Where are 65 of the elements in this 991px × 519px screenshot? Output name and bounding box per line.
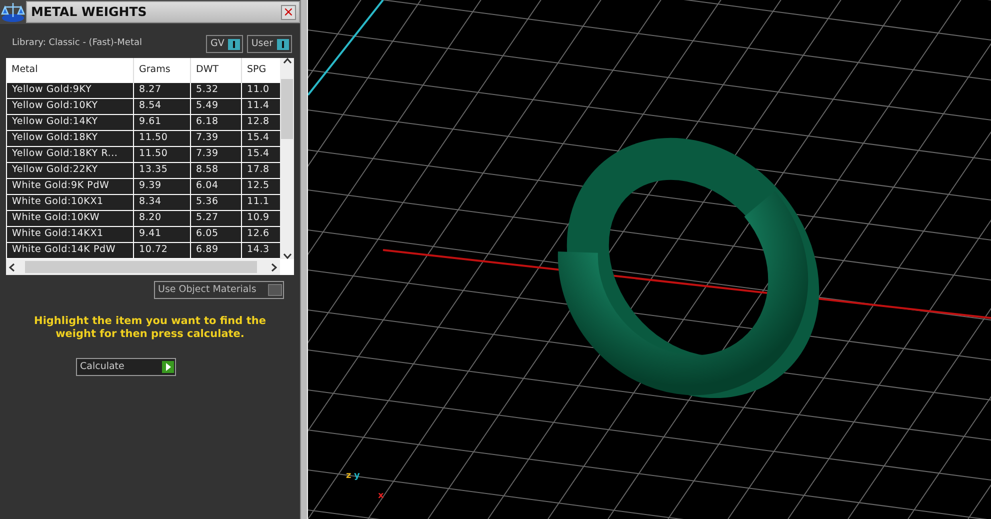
table-cell[interactable]: 9.39 [134, 178, 190, 194]
table-cell[interactable]: 8.27 [134, 82, 190, 98]
panel-splitter[interactable] [300, 0, 308, 519]
table-cell[interactable]: 13.35 [134, 162, 190, 178]
table-cell[interactable]: 10.9 [242, 210, 280, 226]
table-cell[interactable]: Yellow Gold:22KY [6, 162, 134, 178]
option-toggle[interactable]: User [247, 34, 292, 54]
axis-label: x [378, 490, 384, 503]
table-cell[interactable]: 5.49 [190, 98, 242, 114]
table-cell[interactable]: 15.4 [242, 146, 280, 162]
column-header[interactable]: Grams [134, 58, 190, 82]
table-cell[interactable]: Yellow Gold:14KY [6, 114, 134, 130]
chevron-right-icon[interactable] [271, 262, 277, 272]
table-cell[interactable]: Yellow Gold:10KY [6, 98, 134, 114]
table-cell[interactable]: 11.50 [134, 146, 190, 162]
table-cell[interactable]: 8.58 [190, 162, 242, 178]
chevron-up-icon[interactable] [282, 58, 292, 64]
table-cell[interactable]: 8.54 [134, 98, 190, 114]
instruction-text: Highlight the item you want to find the weight for then press calculate. [33, 315, 267, 342]
scale-logo-icon [1, 1, 25, 23]
table-cell[interactable]: 11.4 [242, 98, 280, 114]
axis-label: y [354, 470, 360, 483]
table-cell[interactable]: 5.27 [190, 210, 242, 226]
table-cell[interactable]: Yellow Gold:9KY [6, 82, 134, 98]
table-cell[interactable]: 9.41 [134, 226, 190, 242]
panel-title: METAL WEIGHTS [31, 2, 147, 21]
table-cell[interactable]: White Gold:10KX1 [6, 194, 134, 210]
column-header[interactable]: DWT [190, 58, 242, 82]
axis-label: z [346, 470, 352, 483]
use-object-materials-toggle[interactable]: Use Object Materials [154, 281, 284, 300]
table-cell[interactable]: 7.39 [190, 146, 242, 162]
library-label: Library: Classic - (Fast)-Metal [11, 37, 142, 50]
table-cell[interactable]: White Gold:14KX1 [6, 226, 134, 242]
table-cell[interactable]: 12.5 [242, 178, 280, 194]
table-cell[interactable]: 15.4 [242, 130, 280, 146]
table-cell[interactable]: 5.32 [190, 82, 242, 98]
option-toggle[interactable]: GV [206, 34, 244, 54]
horizontal-scrollbar[interactable] [6, 259, 280, 275]
table-cell[interactable]: 11.1 [242, 194, 280, 210]
table-cell[interactable]: 6.05 [190, 226, 242, 242]
calculate-button[interactable]: Calculate [76, 358, 176, 376]
table-cell[interactable]: 6.18 [190, 114, 242, 130]
table-cell[interactable]: 12.8 [242, 114, 280, 130]
table-cell[interactable]: 17.8 [242, 162, 280, 178]
table-cell[interactable]: 11.50 [134, 130, 190, 146]
vertical-scrollbar[interactable] [280, 58, 294, 259]
table-cell[interactable]: 14.3 [242, 242, 280, 258]
chevron-down-icon[interactable] [282, 253, 292, 259]
table-cell[interactable]: 12.6 [242, 226, 280, 242]
table-cell[interactable]: 6.04 [190, 178, 242, 194]
chevron-left-icon[interactable] [9, 262, 15, 272]
table-cell[interactable]: 7.39 [190, 130, 242, 146]
table-cell[interactable]: Yellow Gold:18KY [6, 130, 134, 146]
table-cell[interactable]: Yellow Gold:18KY R... [6, 146, 134, 162]
table-cell[interactable]: 9.61 [134, 114, 190, 130]
table-cell[interactable]: 8.34 [134, 194, 190, 210]
table-cell[interactable]: 6.89 [190, 242, 242, 258]
table-cell[interactable]: 11.0 [242, 82, 280, 98]
table-cell[interactable]: 5.36 [190, 194, 242, 210]
close-button[interactable]: × [281, 4, 296, 20]
table-cell[interactable]: 10.72 [134, 242, 190, 258]
table-cell[interactable]: White Gold:14K PdW [6, 242, 134, 258]
table-cell[interactable]: 8.20 [134, 210, 190, 226]
table-cell[interactable]: White Gold:10KW [6, 210, 134, 226]
table-cell[interactable]: White Gold:9K PdW [6, 178, 134, 194]
